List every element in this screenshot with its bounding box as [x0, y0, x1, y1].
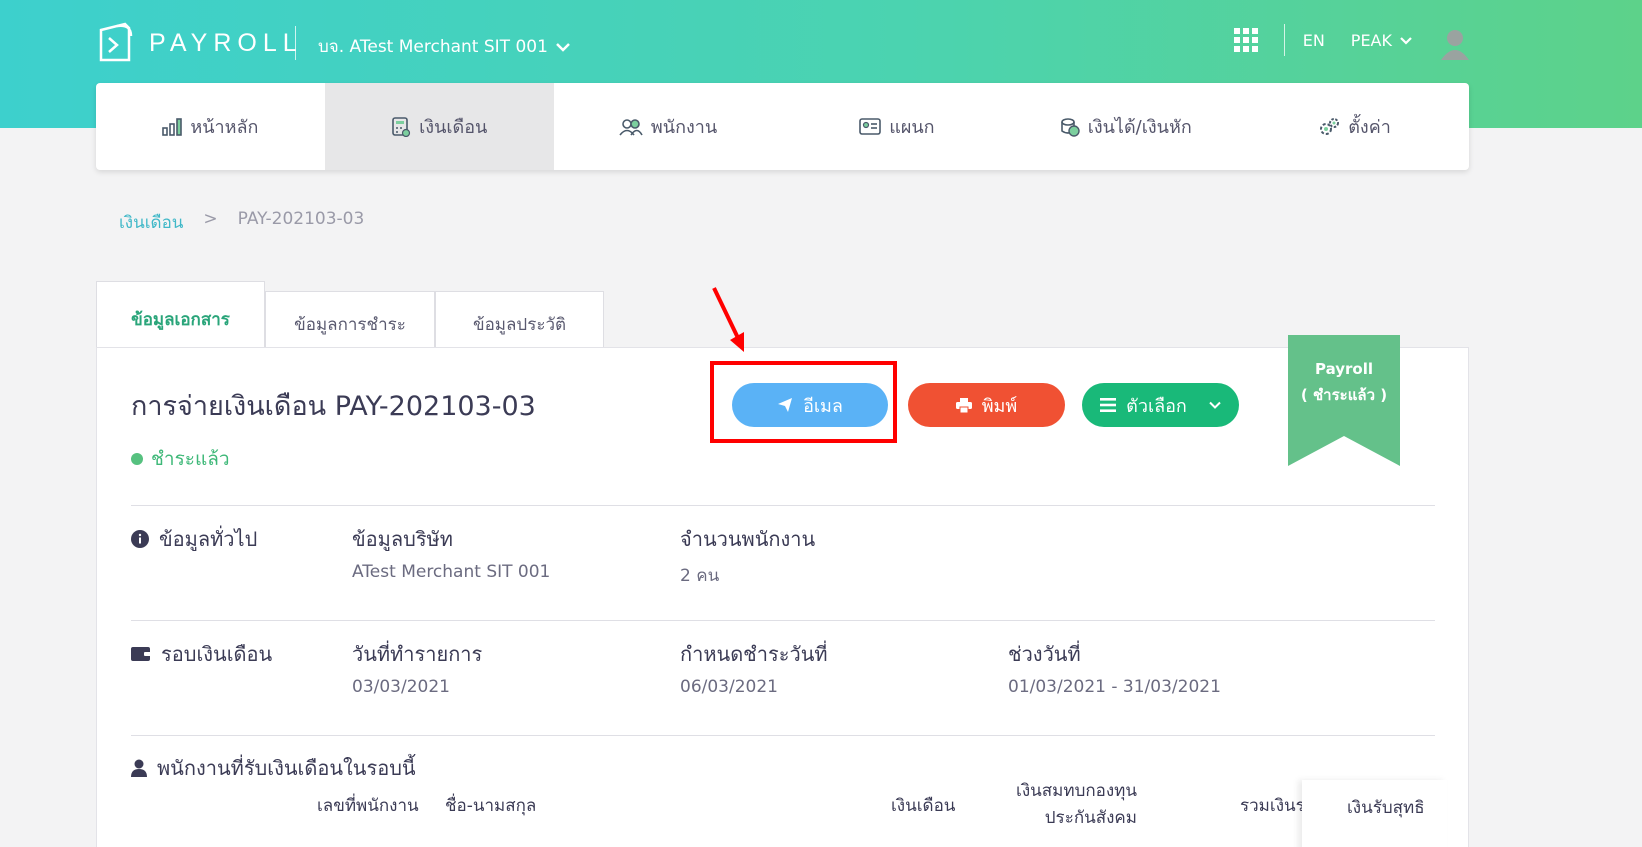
nav-item-home[interactable]: หน้าหลัก: [96, 83, 325, 170]
chevron-down-icon: [1400, 36, 1412, 45]
due-date-value: 06/03/2021: [680, 677, 778, 697]
column-header-name: ชื่อ-นามสกุล: [445, 796, 537, 816]
column-header-salary: เงินเดือน: [891, 796, 956, 816]
nav-label: ตั้งค่า: [1348, 117, 1391, 138]
section-title: รอบเงินเดือน: [161, 642, 273, 666]
chevron-down-icon: [1209, 401, 1221, 409]
options-button-label: ตัวเลือก: [1126, 395, 1187, 417]
section-title: พนักงานที่รับเงินเดือนในรอบนี้: [157, 756, 416, 780]
breadcrumb: เงินเดือน > PAY-202103-03: [119, 209, 364, 236]
nav-label: เงินได้/เงินหัก: [1087, 117, 1192, 138]
highlight-box: [710, 361, 897, 443]
ribbon-line-2: ( ชำระแล้ว ): [1300, 386, 1388, 404]
employee-count-label: จำนวนพนักงาน: [680, 527, 816, 551]
document-tabs: ข้อมูลเอกสาร ข้อมูลการชำระ ข้อมูลประวัติ: [96, 281, 604, 357]
nav-label: หน้าหลัก: [190, 117, 259, 138]
general-info-heading: ข้อมูลทั่วไป: [131, 523, 257, 555]
transaction-date-label: วันที่ทำรายการ: [352, 642, 483, 666]
print-button[interactable]: พิมพ์: [908, 383, 1065, 427]
print-button-label: พิมพ์: [981, 395, 1018, 417]
nav-label: เงินเดือน: [419, 117, 488, 138]
avatar-icon[interactable]: [1438, 26, 1472, 62]
divider: [131, 620, 1435, 621]
nav-item-departments[interactable]: แผนก: [782, 83, 1011, 170]
transaction-date-value: 03/03/2021: [352, 677, 450, 697]
status-badge: ชำระแล้ว: [131, 444, 230, 474]
divider: [131, 735, 1435, 736]
nav-item-payroll[interactable]: เงินเดือน: [324, 83, 554, 170]
company-info-label: ข้อมูลบริษัท: [352, 527, 453, 551]
hamburger-icon: [1100, 398, 1117, 412]
ribbon-line-1: Payroll: [1314, 360, 1373, 378]
employees-heading: พนักงานที่รับเงินเดือนในรอบนี้: [131, 752, 416, 784]
options-dropdown-button[interactable]: ตัวเลือก: [1082, 383, 1239, 427]
chevron-down-icon: [556, 42, 570, 52]
date-range-value: 01/03/2021 - 31/03/2021: [1008, 677, 1221, 697]
id-card-icon: [859, 118, 882, 135]
ribbon-label: Payroll ( ชำระแล้ว ): [1288, 356, 1400, 408]
payroll-cycle-heading: รอบเงินเดือน: [131, 638, 272, 670]
user-menu[interactable]: PEAK: [1351, 31, 1412, 50]
payroll-logo-icon: [99, 22, 133, 62]
status-dot-icon: [131, 453, 143, 465]
page-title: การจ่ายเงินเดือน PAY-202103-03: [131, 391, 536, 422]
status-text: ชำระแล้ว: [151, 448, 230, 470]
coins-icon: [1060, 117, 1080, 137]
chart-icon: [162, 117, 183, 136]
nav-label: แผนก: [889, 117, 935, 138]
date-range-label: ช่วงวันที่: [1008, 642, 1081, 666]
column-header-net-income: เงินรับสุทธิ: [1347, 798, 1425, 818]
breadcrumb-current: PAY-202103-03: [237, 209, 365, 229]
user-icon: [131, 759, 147, 777]
header-divider: [295, 26, 296, 60]
due-date-label: กำหนดชำระวันที่: [680, 642, 828, 666]
calculator-icon: [392, 116, 411, 137]
printer-icon: [955, 397, 972, 413]
column-header-social-fund: เงินสมทบกองทุน: [1016, 781, 1137, 801]
nav-item-settings[interactable]: ตั้งค่า: [1240, 83, 1469, 170]
users-icon: [619, 118, 643, 136]
nav-item-employees[interactable]: พนักงาน: [554, 83, 783, 170]
nav-item-income-deduction[interactable]: เงินได้/เงินหัก: [1011, 83, 1240, 170]
breadcrumb-link[interactable]: เงินเดือน: [119, 209, 183, 236]
sticky-net-column: เงินรับสุทธิ: [1302, 780, 1447, 847]
nav-label: พนักงาน: [650, 117, 718, 138]
company-selector[interactable]: บจ. ATest Merchant SIT 001: [318, 33, 570, 60]
brand-name: PAYROLL: [149, 28, 303, 57]
breadcrumb-separator: >: [203, 209, 218, 229]
divider: [131, 505, 1435, 506]
section-title: ข้อมูลทั่วไป: [159, 527, 258, 551]
payroll-logo[interactable]: PAYROLL: [95, 20, 303, 66]
language-switch[interactable]: EN: [1303, 31, 1325, 50]
column-header-employee-no: เลขที่พนักงาน: [317, 796, 419, 816]
wallet-icon: [131, 647, 151, 661]
column-header-total: รวมเงินร: [1240, 796, 1305, 816]
annotation-arrow: [712, 287, 744, 352]
company-info-value: ATest Merchant SIT 001: [352, 562, 551, 582]
header-divider-2: [1283, 24, 1285, 56]
gears-icon: [1320, 117, 1340, 135]
tab-document-info[interactable]: ข้อมูลเอกสาร: [96, 281, 265, 357]
info-icon: [131, 530, 149, 548]
main-nav: หน้าหลัก เงินเดือน พนักงาน แผนก เงินได้/…: [96, 83, 1469, 170]
company-name: บจ. ATest Merchant SIT 001: [318, 37, 548, 57]
user-name: PEAK: [1350, 30, 1392, 50]
column-header-social-security: ประกันสังคม: [1044, 808, 1137, 828]
apps-grid-icon[interactable]: [1233, 28, 1258, 52]
employee-count-value: 2 คน: [680, 566, 720, 586]
